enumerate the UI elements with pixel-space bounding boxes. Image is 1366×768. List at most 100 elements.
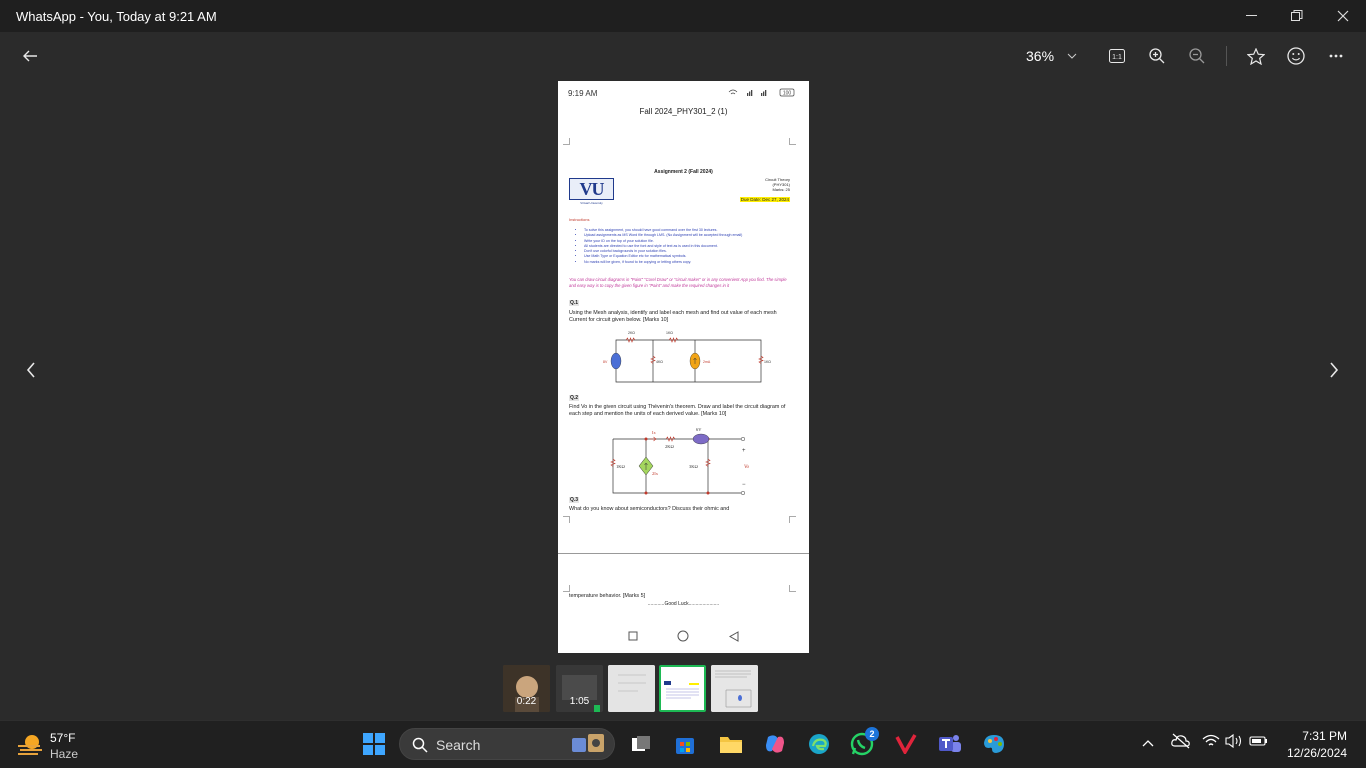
c2-label-vo: Vo [744,465,750,470]
thumbnail-image[interactable] [608,665,655,712]
windows-taskbar: 57°F Haze Search 2 7:31 PM 12/26/2024 [0,720,1366,768]
window-title: WhatsApp - You, Today at 9:21 AM [16,9,217,24]
network-volume-battery-button[interactable] [1202,733,1270,752]
c2-label-dep: 2Ix [652,471,659,476]
paint-icon [984,735,1004,753]
task-view-icon [632,736,650,751]
notification-badge: 2 [865,727,879,741]
zoom-dropdown[interactable] [1064,44,1080,68]
taskbar-search[interactable]: Search [399,728,615,760]
c2-label-ix: Ix [652,430,656,435]
taskbar-app-v[interactable] [893,731,919,757]
system-clock[interactable]: 7:31 PM 12/26/2024 [1287,728,1347,762]
back-button[interactable] [20,44,40,68]
emoji-icon [1287,47,1305,65]
q3-text-continued: temperature behavior. [Marks 5] [569,593,646,599]
haze-weather-icon [18,735,42,755]
svg-text:1:1: 1:1 [1112,54,1122,61]
circuit-drawing-note: You can draw circuit diagrams in "Paint"… [569,277,787,288]
document-preview-icon [711,665,758,712]
taskbar-teams[interactable] [937,731,963,757]
c2-label-v: 6V [696,427,702,432]
page-break [558,553,809,554]
taskbar-whatsapp[interactable]: 2 [849,727,879,757]
thumbnail-video[interactable]: 1:05 [556,665,603,712]
taskbar-paint[interactable] [981,731,1007,757]
minimize-button[interactable] [1228,0,1274,32]
show-hidden-icons-button[interactable] [1142,735,1154,750]
edge-browser-icon [809,734,829,754]
temperature: 57°F [50,731,76,745]
thumbnail-video[interactable]: 0:22 [503,665,550,712]
chevron-left-icon [26,362,35,378]
thumbnail-image[interactable] [711,665,758,712]
c1-label-r2: 1KΩ [666,331,673,335]
taskbar-file-explorer[interactable] [718,731,744,757]
course-marks: Marks: 25 [772,187,790,192]
c1-label-r3: 4KΩ [656,360,663,364]
weather-condition: Haze [50,747,79,761]
close-button[interactable] [1320,0,1366,32]
zoom-in-button[interactable] [1146,44,1168,68]
task-view-button[interactable] [628,731,654,757]
zoom-in-icon [1149,48,1165,64]
q1-text: Using the Mesh analysis, identify and la… [569,310,777,323]
back-arrow-icon [23,50,37,62]
q1-heading: Q.1 [569,300,580,306]
status-icons: 100 [727,88,799,99]
chevron-right-icon [1330,362,1339,378]
c1-label-r4: 1KΩ [764,360,771,364]
react-button[interactable] [1285,44,1307,68]
back-triangle-icon [729,630,739,642]
next-media-button[interactable] [1329,358,1339,384]
thumbnail-image-selected[interactable] [659,665,706,712]
c1-label-r1: 2KΩ [628,331,635,335]
taskbar-edge[interactable] [806,731,832,757]
vu-logo-subtitle: Virtual University [580,201,603,205]
search-icon [412,737,428,753]
due-date: Due Date: Dec 27, 2024 [739,197,790,202]
page-corner-mark [789,138,796,145]
media-viewer: 36% 1:1 9:19 AM 100 Fall 2024_PHY301_2 (… [0,32,1366,720]
instruction-item: No marks will be given, if found to be c… [584,260,794,265]
c2-label-minus: − [742,482,746,488]
document-preview-icon [661,667,704,710]
onedrive-tray-button[interactable] [1171,733,1191,752]
star-icon [1247,47,1265,65]
taskbar-app-store[interactable] [672,731,698,757]
zoom-out-icon [1189,48,1205,64]
search-highlight-icon [572,734,604,752]
page-corner-mark [563,516,570,523]
document-title: Fall 2024_PHY301_2 (1) [639,107,728,116]
windows-logo-icon [363,733,385,755]
previous-media-button[interactable] [26,358,36,384]
c2-label-plus: + [742,448,746,454]
more-icon [1329,54,1343,58]
page-corner-mark [563,138,570,145]
instructions-list: To solve this assignment, you should hav… [584,228,794,265]
battery-level: 100 [783,91,792,97]
wifi-volume-battery-icon [1202,733,1267,749]
star-button[interactable] [1245,44,1267,68]
restore-button[interactable] [1274,0,1320,32]
vu-logo: VU [569,178,614,200]
start-button[interactable] [361,731,387,757]
course-info: Circuit Theory (PHY301) Marks: 25 [765,177,790,192]
zoom-out-button[interactable] [1186,44,1208,68]
clock-date: 12/26/2024 [1286,746,1347,760]
clock-time: 7:31 PM [1302,729,1347,743]
toolbar-divider [1226,46,1227,66]
assignment-title: Assignment 2 (Fall 2024) [654,169,713,175]
q3-text: What do you know about semiconductors? D… [569,506,730,512]
actual-size-button[interactable]: 1:1 [1106,44,1128,68]
q3-heading: Q.3 [569,497,580,503]
taskbar-copilot[interactable] [762,731,788,757]
video-duration: 1:05 [569,696,590,707]
zoom-level[interactable]: 36% [1026,48,1054,64]
android-nav-bar [558,629,809,643]
page-corner-mark [789,585,796,592]
search-label: Search [436,737,481,753]
more-options-button[interactable] [1325,44,1347,68]
status-time: 9:19 AM [568,89,598,98]
home-icon [677,630,689,642]
